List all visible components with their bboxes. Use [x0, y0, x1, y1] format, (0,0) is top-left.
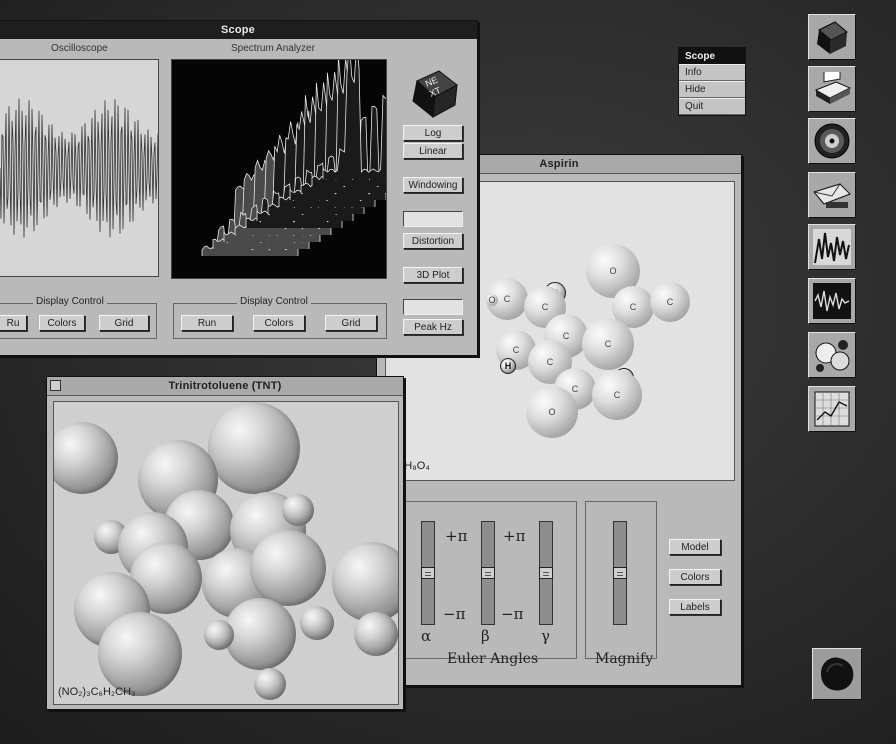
gamma-slider[interactable]: [539, 521, 553, 625]
beta-plus-pi: +π: [503, 527, 526, 545]
menu-title[interactable]: Scope: [679, 48, 745, 64]
alpha-minus-pi: −π: [443, 605, 466, 623]
right-display-control-label: Display Control: [237, 296, 311, 307]
atom-C-4: C: [650, 282, 690, 322]
recycler-icon: [821, 657, 854, 691]
magnify-slider[interactable]: [613, 521, 627, 625]
log-button[interactable]: Log: [403, 125, 463, 141]
dock-scope[interactable]: [808, 278, 856, 324]
beta-label: β: [481, 627, 490, 645]
spectrum-icon: [813, 229, 851, 265]
menu-item-info[interactable]: Info: [679, 64, 745, 81]
molecule-icon: [815, 340, 850, 372]
tnt-atom: [332, 542, 398, 622]
grid-button[interactable]: Grid: [325, 315, 377, 331]
tnt-atom: [250, 530, 326, 606]
dock-optical-disk[interactable]: [808, 118, 856, 164]
scope-window: Scope Oscilloscope Spectrum Analyzer NE …: [0, 20, 478, 356]
atom-O-3: O: [486, 294, 498, 306]
dock-mail[interactable]: [808, 172, 856, 218]
dock-printer[interactable]: [808, 66, 856, 112]
mail-icon: [813, 183, 851, 208]
scope-title: Scope: [220, 24, 255, 36]
left-grid-button[interactable]: Grid: [99, 315, 149, 331]
oscilloscope-label: Oscilloscope: [51, 43, 108, 54]
next-cube-logo: NE XT: [412, 70, 458, 118]
3d-plot-button[interactable]: 3D Plot: [403, 267, 463, 283]
plot-icon: [814, 391, 850, 427]
atom-C-10: C: [592, 370, 642, 420]
magnify-label: Magnify: [595, 651, 654, 667]
spectrum-analyzer-display: [171, 59, 387, 279]
spectrum-analyzer-label: Spectrum Analyzer: [231, 43, 315, 54]
tnt-titlebar[interactable]: Trinitrotoluene (TNT): [47, 377, 403, 396]
atom-O-2: O: [526, 386, 578, 438]
scope-app-menu: Scope Info Hide Quit: [678, 47, 746, 116]
euler-angles-label: Euler Angles: [447, 651, 539, 667]
windowing-button[interactable]: Windowing: [403, 177, 463, 193]
tnt-atom: [54, 422, 118, 494]
atom-H-4: H: [500, 358, 516, 374]
menu-item-quit[interactable]: Quit: [679, 98, 745, 115]
optical-disk-icon: [814, 123, 850, 159]
tnt-atom: [300, 606, 334, 640]
oscilloscope-display: [0, 59, 159, 277]
linear-button[interactable]: Linear: [403, 143, 463, 159]
gamma-slider-knob[interactable]: [539, 567, 553, 579]
tnt-atom: [282, 494, 314, 526]
alpha-plus-pi: +π: [445, 527, 468, 545]
distortion-button[interactable]: Distortion: [403, 233, 463, 249]
alpha-label: α: [421, 627, 432, 645]
oscilloscope-waveform: [0, 98, 158, 238]
beta-slider[interactable]: [481, 521, 495, 625]
windowing-field[interactable]: [403, 211, 463, 227]
left-colors-button[interactable]: Colors: [39, 315, 85, 331]
tnt-atom: [98, 612, 182, 696]
tnt-atom: [224, 598, 296, 670]
atom-C-6: C: [582, 318, 634, 370]
tnt-atom: [354, 612, 398, 656]
dock-spectrum[interactable]: [808, 224, 856, 270]
tnt-molecule-view[interactable]: (NO₂)₃C₆H₂CH₃: [53, 401, 399, 705]
printer-icon: [814, 72, 852, 104]
run-button[interactable]: Run: [181, 315, 233, 331]
aspirin-title: Aspirin: [539, 158, 579, 170]
alpha-slider-knob[interactable]: [421, 567, 435, 579]
colors-button[interactable]: Colors: [253, 315, 305, 331]
NeXT-logo-icon: [817, 21, 848, 54]
tnt-atom: [208, 402, 300, 494]
peak-hz-button[interactable]: Peak Hz: [403, 319, 463, 335]
magnify-slider-knob[interactable]: [613, 567, 627, 579]
dock-recycler[interactable]: [812, 648, 862, 700]
menu-item-hide[interactable]: Hide: [679, 81, 745, 98]
dock-next-logo[interactable]: [808, 14, 856, 60]
waveform-trace: [0, 98, 158, 238]
peak-hz-field[interactable]: [403, 299, 463, 315]
labels-button[interactable]: Labels: [669, 599, 721, 615]
tnt-atom: [254, 668, 286, 700]
tnt-window: Trinitrotoluene (TNT) (NO₂)₃C₆H₂CH₃: [46, 376, 404, 710]
tnt-formula: (NO₂)₃C₆H₂CH₃: [58, 686, 136, 698]
gamma-label: γ: [541, 627, 550, 645]
tnt-atom: [204, 620, 234, 650]
alpha-slider[interactable]: [421, 521, 435, 625]
left-run-button[interactable]: Ru: [0, 315, 27, 331]
tnt-title: Trinitrotoluene (TNT): [168, 380, 282, 392]
beta-minus-pi: −π: [501, 605, 524, 623]
left-display-control-label: Display Control: [33, 296, 107, 307]
miniaturize-button[interactable]: [50, 380, 61, 391]
dock-plot[interactable]: [808, 386, 856, 432]
scope-titlebar[interactable]: Scope: [0, 21, 477, 39]
dock-molecule[interactable]: [808, 332, 856, 378]
beta-slider-knob[interactable]: [481, 567, 495, 579]
spectrum-waterfall: [201, 60, 386, 256]
aspirin-colors-button[interactable]: Colors: [669, 569, 721, 585]
model-button[interactable]: Model: [669, 539, 721, 555]
scope-icon: [813, 283, 851, 319]
